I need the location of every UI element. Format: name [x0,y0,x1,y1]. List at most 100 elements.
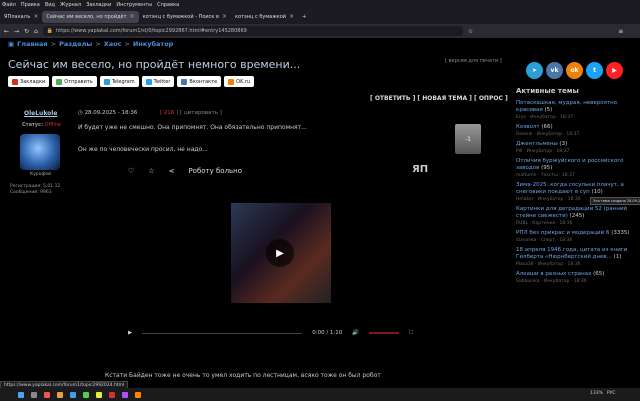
menu-item[interactable]: Правка [21,2,40,8]
volume-icon[interactable]: 🔊 [352,330,359,336]
menu-item[interactable]: Справка [157,2,179,8]
topic-link[interactable]: Алкаши в разных странах [516,271,591,277]
message-count: Сообщений: 9963 [10,190,52,195]
menu-item[interactable]: Вид [45,2,55,8]
topic-line: Джентльмены (3) [516,141,638,148]
clock-icon: ◷ [78,110,83,116]
browser-tab[interactable]: котэнц с бумажкой - Поиск в × [139,11,231,23]
topic-line: Потаскашкая, мудрая, невероятно красивая… [516,100,638,114]
list-item: Потаскашкая, мудрая, невероятно красивая… [516,100,638,121]
youtube-icon[interactable]: ▶ [606,62,623,79]
share-button-label: Вконтакте [189,78,218,85]
close-icon[interactable]: × [289,13,294,20]
topic-count: (66) [541,124,553,130]
taskbar-app-icon[interactable] [122,391,128,398]
menu-item[interactable]: Закладки [86,2,111,8]
reload-icon[interactable]: ↻ [24,28,29,35]
print-version-link[interactable]: [ версия для печати ] [445,58,502,64]
topic-link[interactable]: Отличия буржуйского и российского заводо… [516,158,623,171]
share-button[interactable]: Telegram [99,76,139,87]
menu-item[interactable]: Файл [2,2,16,8]
share-button[interactable]: Twitter [141,76,175,87]
list-item: Картинки для деградации 52 (ранний стейн… [516,206,638,227]
menu-item[interactable]: Инструменты [116,2,152,8]
share-service-icon [12,78,18,85]
taskbar-app-icon[interactable] [44,391,50,398]
browser-tab[interactable]: ЯПлакалъ × [0,11,42,23]
web-page: ▣ Главная > Разделы > Хаос > Инкубатор Сейчас и… [0,38,640,382]
close-icon[interactable]: × [130,13,135,20]
topic-link[interactable]: Зима-2025: когда сосульки плачут, а снег… [516,182,624,195]
avatar-caption: Курофей [30,172,52,177]
share-button[interactable]: Вконтакте [177,76,222,87]
topic-link[interactable]: РПЛ без прикрас и модераций 6 [516,230,609,236]
address-url: https://www.yaplakal.com/forum1/st/0/top… [56,28,247,34]
post-text: И будет уже не смешно. Она припомнят. Он… [78,124,307,131]
search-icon[interactable] [31,391,37,398]
topic-link[interactable]: Потаскашкая, мудрая, невероятно красивая [516,100,617,113]
heart-icon[interactable]: ♡ [128,167,134,175]
author-info: Регистрация: 5.01.12 Сообщений: 9963 [10,184,60,196]
share-button[interactable]: Отправить [52,76,97,87]
topic-actions[interactable]: [ ОТВЕТИТЬ ] [ НОВАЯ ТЕМА ] [ ОПРОС ] [370,95,508,102]
post-author[interactable]: OleLukole [24,110,57,117]
share-icon[interactable]: ⋖ [169,167,175,175]
list-item: Алкаши в разных странах (65) Sabbuinka · … [516,271,638,285]
topic-meta: maftumn · Техсты · 18:37 [516,173,575,178]
play-icon[interactable]: ▶ [266,239,294,267]
ok-icon[interactable]: ok [566,62,583,79]
fullscreen-icon[interactable]: ⛶ [409,330,413,337]
twitter-icon[interactable]: t [586,62,603,79]
vk-icon[interactable]: vk [546,62,563,79]
share-button[interactable]: OK.ru [224,76,255,87]
menu-bar: Файл Правка Вид Журнал Закладки Инструменты Сп… [0,0,640,9]
tab-label: ЯПлакалъ [4,13,31,20]
play-small-icon[interactable]: ▶ [128,330,132,336]
breadcrumb-item[interactable]: Инкубатор [133,40,173,48]
avatar[interactable] [20,134,60,170]
author-status: Статус: Offline [22,122,62,128]
breadcrumb-item[interactable]: Разделы [59,40,92,48]
topic-link[interactable]: Джентльмены [516,141,558,147]
star-icon[interactable]: ☆ [148,167,154,175]
taskbar-app-icon[interactable] [70,391,76,398]
menu-item[interactable]: Журнал [60,2,81,8]
telegram-icon[interactable]: ➤ [526,62,543,79]
tab-label: котэнц с бумажкой [235,13,287,20]
browser-tab[interactable]: котэнц с бумажкой × [231,11,298,23]
taskbar-app-icon[interactable] [135,391,141,398]
share-button[interactable]: Закладки [8,76,50,87]
active-topics-list: Потаскашкая, мудрая, невероятно красивая… [516,100,638,288]
video-time: 0:00 / 1:10 [312,330,343,336]
bookmark-star-icon[interactable]: ☆ [468,28,473,35]
address-bar[interactable]: 🔒 https://www.yaplakal.com/forum1/st/0/t… [42,26,463,36]
breadcrumb-item[interactable]: Главная [17,40,47,48]
zoom-level: 133% [590,391,603,396]
taskbar-app-icon[interactable] [57,391,63,398]
post-rating-tag[interactable]: [ 216 ] [160,110,178,116]
taskbar-app-icon[interactable] [109,391,115,398]
windows-start-icon[interactable] [18,391,24,398]
browser-tab[interactable]: Сейчас им весело, но пройдёт × [42,10,139,23]
home-icon[interactable]: ⌂ [34,28,38,35]
menu-icon[interactable]: ≡ [618,28,623,35]
taskbar-app-icon[interactable] [96,391,102,398]
tab-bar: ЯПлакалъ × Сейчас им весело, но пройдёт × ко… [0,9,640,24]
quote-link[interactable]: [ цитировать ] [180,110,222,116]
topic-link[interactable]: Коэволт [516,124,540,130]
list-item: 18 апреля 1946 года, цитата из книги Гил… [516,247,638,268]
video-progress[interactable] [142,332,303,334]
back-icon[interactable]: ← [4,28,9,35]
taskbar-app-icon[interactable] [83,391,89,398]
share-button-label: Telegram [111,78,135,85]
list-item: Коэволт (66) Rasenk · Инкубатор · 18:37 [516,124,638,138]
rating-box[interactable]: -1 [455,124,481,154]
new-tab-icon[interactable]: + [302,14,306,20]
volume-slider[interactable] [369,332,400,334]
close-icon[interactable]: × [33,13,38,20]
topic-link[interactable]: 18 апреля 1946 года, цитата из книги Гил… [516,247,627,260]
forward-icon[interactable]: → [14,28,19,35]
close-icon[interactable]: × [222,13,227,20]
breadcrumb-item[interactable]: Хаос [104,40,122,48]
share-service-icon [103,78,110,85]
